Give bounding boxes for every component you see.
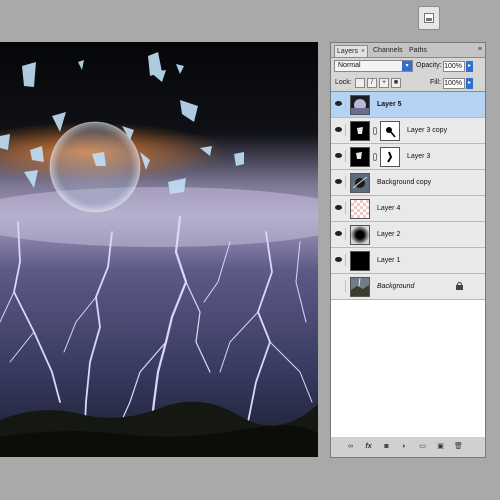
- layer-row-layer-2[interactable]: Layer 2: [331, 222, 485, 248]
- chevron-down-icon: ▾: [402, 61, 412, 71]
- fill-slider-button[interactable]: ▸: [466, 78, 473, 89]
- layer-thumbnail: [350, 121, 370, 141]
- lock-label: Lock:: [335, 79, 352, 86]
- layer-thumbnail: [350, 251, 370, 271]
- artwork-image: [0, 42, 318, 457]
- layer-row-layer-1[interactable]: Layer 1: [331, 248, 485, 274]
- link-layers-icon[interactable]: ∞: [345, 442, 356, 452]
- lock-image-icon[interactable]: /: [367, 78, 377, 88]
- layer-thumbnail: [350, 277, 370, 297]
- link-icon: [373, 153, 377, 161]
- panel-footer: ∞ fx ◙ ◐ ▭ ▣ 🗑: [331, 437, 485, 457]
- layer-mask-thumbnail[interactable]: [380, 147, 400, 167]
- lock-position-icon[interactable]: +: [379, 78, 389, 88]
- blend-row: Normal ▾ Opacity: 100% ▸: [331, 58, 485, 74]
- add-mask-icon[interactable]: ◙: [381, 442, 392, 452]
- lock-icon: [456, 282, 463, 290]
- lock-all-icon[interactable]: ■: [391, 78, 401, 88]
- lock-transparent-icon[interactable]: [355, 78, 365, 88]
- visibility-eye-icon[interactable]: [333, 124, 346, 136]
- blend-mode-value: Normal: [338, 62, 361, 69]
- layer-thumbnail: [350, 199, 370, 219]
- adjustment-layer-icon[interactable]: ◐: [399, 442, 410, 452]
- opacity-label: Opacity:: [416, 62, 442, 69]
- blend-mode-select[interactable]: Normal ▾: [334, 60, 413, 72]
- layer-name: Layer 3 copy: [407, 127, 448, 134]
- new-layer-icon[interactable]: ▣: [435, 442, 446, 452]
- visibility-eye-icon[interactable]: [333, 228, 346, 240]
- tab-paths[interactable]: Paths: [407, 45, 433, 57]
- opacity-slider-button[interactable]: ▸: [466, 61, 473, 72]
- new-group-icon[interactable]: ▭: [417, 442, 428, 452]
- visibility-eye-icon[interactable]: [333, 202, 346, 214]
- layers-list: Layer 5 Layer 3 copy Layer 3 Background …: [331, 91, 485, 438]
- lock-row: Lock: / + ■ Fill: 100% ▸: [331, 76, 485, 90]
- fill-label: Fill:: [430, 79, 441, 86]
- layer-name: Layer 5: [377, 101, 402, 108]
- visibility-eye-icon[interactable]: [333, 254, 346, 266]
- panel-menu-icon[interactable]: ≡: [478, 46, 482, 53]
- visibility-eye-icon[interactable]: [333, 280, 346, 292]
- layer-name: Layer 2: [377, 231, 401, 238]
- layer-thumbnail: [350, 225, 370, 245]
- document-canvas[interactable]: [0, 42, 318, 457]
- layer-thumbnail: [350, 173, 370, 193]
- layer-name: Layer 3: [407, 153, 431, 160]
- tab-channels-label: Channels: [373, 47, 403, 54]
- fx-icon[interactable]: fx: [363, 442, 374, 452]
- close-icon[interactable]: ×: [361, 46, 365, 58]
- layer-name: Layer 4: [377, 205, 401, 212]
- layer-row-layer-3[interactable]: Layer 3: [331, 144, 485, 170]
- tab-channels[interactable]: Channels: [371, 45, 404, 57]
- tab-layers-label: Layers: [337, 48, 359, 55]
- panel-toggle-button[interactable]: [418, 6, 440, 30]
- panel-collapse-icon: [424, 13, 434, 23]
- layer-thumbnail: [350, 95, 370, 115]
- layers-panel: Layers × Channels Paths ≡ Normal ▾ Opaci…: [330, 42, 486, 458]
- tab-layers[interactable]: Layers ×: [334, 45, 368, 57]
- tab-paths-label: Paths: [409, 47, 427, 54]
- opacity-field[interactable]: 100%: [443, 61, 465, 72]
- layer-mask-thumbnail[interactable]: [380, 121, 400, 141]
- layer-name: Background: [377, 283, 415, 290]
- layer-thumbnail: [350, 147, 370, 167]
- panel-tabs: Layers × Channels Paths ≡: [331, 43, 485, 58]
- visibility-eye-icon[interactable]: [333, 98, 346, 110]
- link-icon: [373, 127, 377, 135]
- layer-row-layer-3-copy[interactable]: Layer 3 copy: [331, 118, 485, 144]
- layer-row-layer-4[interactable]: Layer 4: [331, 196, 485, 222]
- fill-field[interactable]: 100%: [443, 78, 465, 89]
- visibility-eye-icon[interactable]: [333, 176, 346, 188]
- layer-name: Background copy: [377, 179, 432, 186]
- visibility-eye-icon[interactable]: [333, 150, 346, 162]
- layer-row-layer-5[interactable]: Layer 5: [331, 92, 485, 118]
- trash-icon[interactable]: 🗑: [453, 442, 464, 452]
- layer-row-background-copy[interactable]: Background copy: [331, 170, 485, 196]
- layer-name: Layer 1: [377, 257, 401, 264]
- layer-row-background[interactable]: Background: [331, 274, 485, 300]
